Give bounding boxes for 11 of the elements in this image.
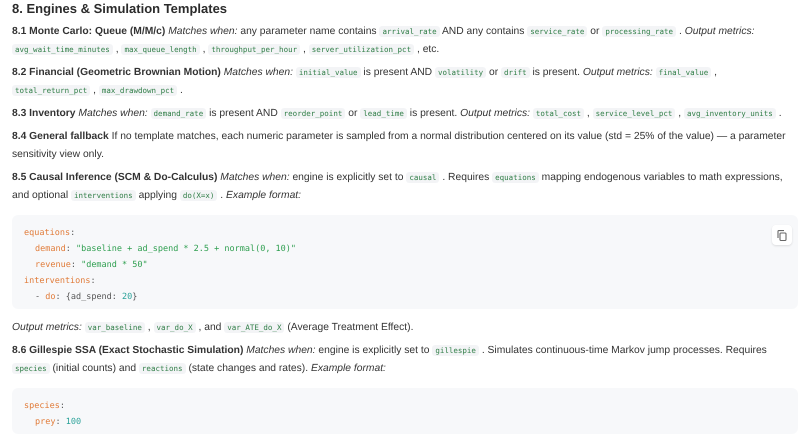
- code-line: - do: {ad_spend: 20}: [34, 291, 138, 304]
- code-line: prey: 100: [34, 416, 82, 429]
- code-line: species:: [24, 400, 65, 413]
- copy-icon: [777, 230, 787, 240]
- code-line: revenue: "demand * 50": [34, 259, 148, 272]
- code-line: demand: "baseline + ad_spend * 2.5 + normal(0, 10)": [34, 243, 296, 256]
- code-line: equations:: [24, 227, 76, 240]
- paragraph: 8.4 General fallback If no template matches, each numeric parameter is sampled from a normal distribution centered on its value (std = 25% of the value) — a parameter sensitivity view only.: [12, 130, 787, 162]
- code-line: interventions:: [24, 275, 96, 288]
- copy-button[interactable]: [772, 225, 792, 245]
- section-heading: 8. Engines & Simulation Templates: [12, 0, 228, 18]
